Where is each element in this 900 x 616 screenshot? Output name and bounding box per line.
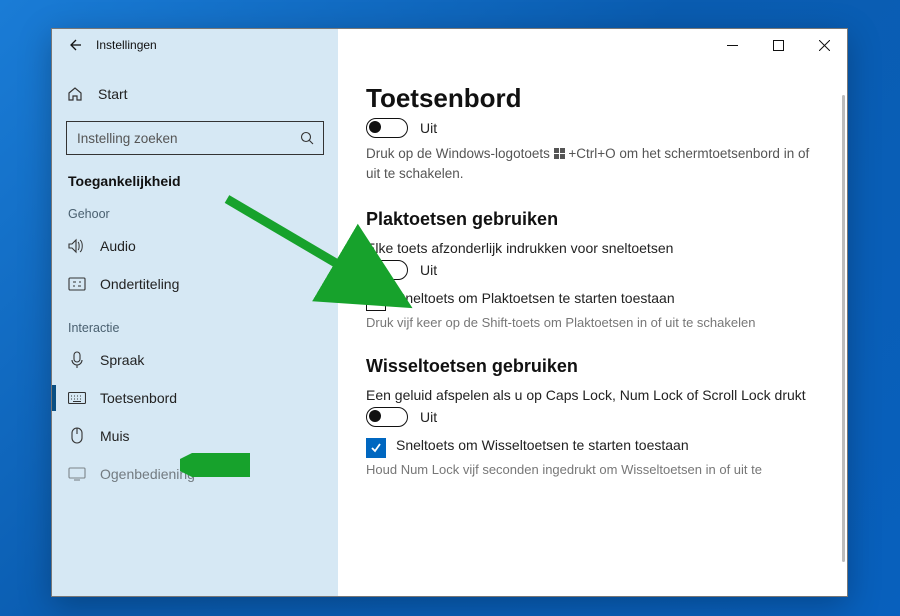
home-label: Start	[98, 86, 128, 102]
sidebar-item-eye[interactable]: Ogenbediening	[66, 455, 324, 493]
sticky-shortcut-checkbox[interactable]	[366, 291, 386, 311]
mouse-icon	[68, 427, 86, 445]
minimize-icon	[727, 40, 738, 51]
mic-icon	[68, 351, 86, 369]
page-title: Toetsenbord	[366, 83, 819, 114]
sidebar-item-keyboard[interactable]: Toetsenbord	[66, 379, 324, 417]
windows-logo-icon	[554, 148, 565, 159]
togglekeys-heading: Wisseltoetsen gebruiken	[366, 356, 819, 377]
content-area: Toetsenbord Uit Druk op de Windows-logot…	[338, 61, 847, 596]
close-icon	[819, 40, 830, 51]
sticky-hint: Druk vijf keer op de Shift-toets om Plak…	[366, 315, 819, 330]
cc-icon	[68, 277, 86, 291]
page-category: Toegankelijkheid	[68, 173, 324, 189]
app-title: Instellingen	[96, 38, 157, 52]
scrollbar[interactable]	[842, 95, 845, 562]
osk-toggle[interactable]	[366, 118, 408, 138]
sidebar-item-label: Ogenbediening	[100, 466, 195, 482]
togglekeys-hint: Houd Num Lock vijf seconden ingedrukt om…	[366, 462, 819, 477]
back-arrow-icon	[66, 37, 82, 53]
sidebar-item-label: Audio	[100, 238, 136, 254]
sticky-toggle-state: Uit	[420, 262, 437, 278]
sidebar-item-speech[interactable]: Spraak	[66, 341, 324, 379]
sticky-checkbox-label: Sneltoets om Plaktoetsen te starten toes…	[396, 290, 675, 306]
togglekeys-shortcut-checkbox[interactable]	[366, 438, 386, 458]
sidebar-item-label: Spraak	[100, 352, 144, 368]
osk-hint: Druk op de Windows-logotoets +Ctrl+O om …	[366, 144, 819, 183]
keyboard-icon	[68, 392, 86, 404]
window-body: Start Toegankelijkheid Gehoor Audio Onde…	[52, 61, 847, 596]
sidebar-item-mouse[interactable]: Muis	[66, 417, 324, 455]
selection-indicator	[52, 385, 56, 411]
sidebar-item-label: Muis	[100, 428, 130, 444]
home-button[interactable]: Start	[66, 77, 324, 111]
section-interaction: Interactie	[68, 321, 324, 335]
monitor-icon	[68, 467, 86, 481]
togglekeys-toggle[interactable]	[366, 407, 408, 427]
sidebar-item-subtitles[interactable]: Ondertiteling	[66, 265, 324, 303]
sticky-heading: Plaktoetsen gebruiken	[366, 209, 819, 230]
osk-toggle-state: Uit	[420, 120, 437, 136]
search-icon	[300, 131, 315, 146]
settings-window: Instellingen Start	[51, 28, 848, 597]
sidebar-item-audio[interactable]: Audio	[66, 227, 324, 265]
search-input[interactable]	[75, 130, 300, 147]
home-icon	[66, 86, 84, 102]
maximize-button[interactable]	[755, 29, 801, 61]
sidebar: Start Toegankelijkheid Gehoor Audio Onde…	[52, 61, 338, 596]
togglekeys-checkbox-label: Sneltoets om Wisseltoetsen te starten to…	[396, 437, 689, 453]
sidebar-item-label: Toetsenbord	[100, 390, 177, 406]
sidebar-item-label: Ondertiteling	[100, 276, 179, 292]
speaker-icon	[68, 238, 86, 254]
togglekeys-subheading: Een geluid afspelen als u op Caps Lock, …	[366, 387, 819, 403]
close-button[interactable]	[801, 29, 847, 61]
section-hearing: Gehoor	[68, 207, 324, 221]
sticky-subheading: Elke toets afzonderlijk indrukken voor s…	[366, 240, 819, 256]
back-button[interactable]	[52, 37, 96, 53]
window-controls	[709, 29, 847, 61]
maximize-icon	[773, 40, 784, 51]
search-box[interactable]	[66, 121, 324, 155]
titlebar: Instellingen	[52, 29, 847, 61]
togglekeys-toggle-state: Uit	[420, 409, 437, 425]
sticky-toggle[interactable]	[366, 260, 408, 280]
minimize-button[interactable]	[709, 29, 755, 61]
